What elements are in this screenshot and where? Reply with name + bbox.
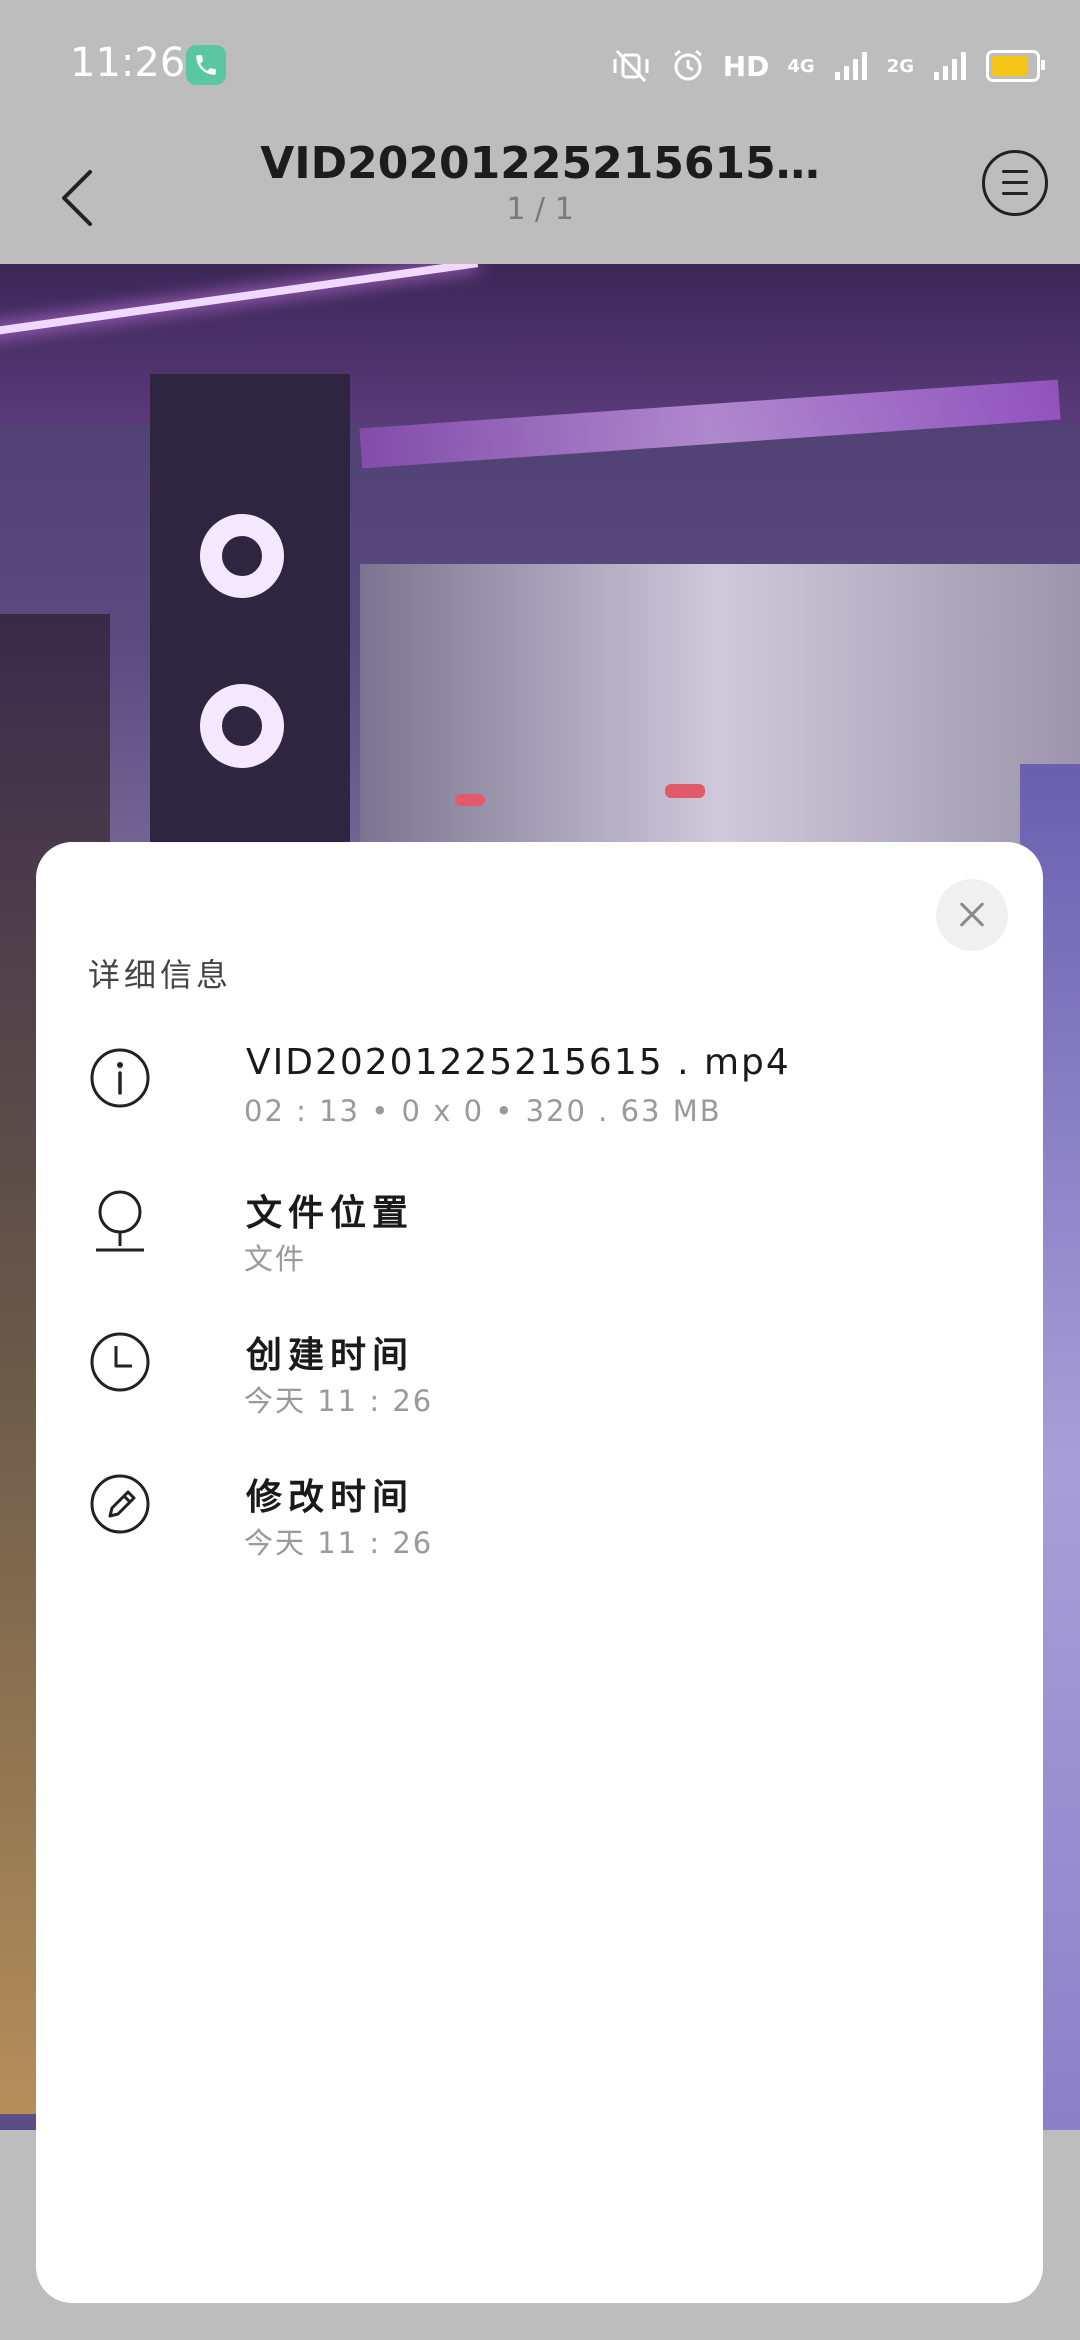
battery-icon (986, 50, 1045, 82)
modified-time-label: 修改时间 (246, 1477, 415, 1518)
file-info-row: VID20201225215615 . mp4 02 : 13 • 0 x 0 … (88, 1042, 988, 1152)
vibrate-off-icon (613, 49, 649, 83)
file-location-row: 文件位置 文件 (88, 1184, 988, 1294)
clock-icon (90, 1332, 150, 1392)
created-time-value: 今天 11 : 26 (244, 1384, 434, 1418)
modified-time-row: 修改时间 今天 11 : 26 (88, 1468, 988, 1578)
file-meta: 02 : 13 • 0 x 0 • 320 . 63 MB (244, 1094, 722, 1128)
info-icon (90, 1048, 150, 1108)
page-counter: 1 / 1 (506, 192, 574, 227)
alarm-icon (673, 49, 702, 81)
close-button[interactable] (936, 879, 1008, 951)
modified-time-value: 今天 11 : 26 (244, 1526, 434, 1560)
details-heading: 详细信息 (88, 956, 233, 994)
details-sheet: 详细信息 VID20201225215615 . mp4 02 : 13 • 0… (36, 842, 1043, 2303)
created-time-label: 创建时间 (246, 1335, 415, 1376)
location-pin-icon (96, 1190, 144, 1252)
menu-icon (1002, 170, 1028, 173)
status-time: 11:26 (70, 40, 186, 86)
menu-button[interactable] (982, 150, 1048, 216)
created-time-row: 创建时间 今天 11 : 26 (88, 1326, 988, 1436)
status-bar: 11:26 HD 4G 2G (0, 0, 1080, 130)
status-right-group: HD 4G 2G (609, 44, 1045, 88)
hd-indicator: HD (722, 49, 770, 83)
signal-icon-2 (934, 52, 966, 80)
file-location-value: 文件 (244, 1242, 307, 1276)
call-icon (186, 45, 226, 85)
page-title: VID20201225215615… (260, 138, 820, 189)
signal-icon (834, 52, 867, 80)
4g-indicator: 4G (787, 55, 815, 77)
file-location-label: 文件位置 (246, 1193, 415, 1234)
file-name: VID20201225215615 . mp4 (246, 1042, 791, 1083)
pencil-icon (90, 1474, 150, 1534)
2g-indicator: 2G (886, 55, 914, 77)
app-header: VID20201225215615… 1 / 1 (0, 130, 1080, 264)
